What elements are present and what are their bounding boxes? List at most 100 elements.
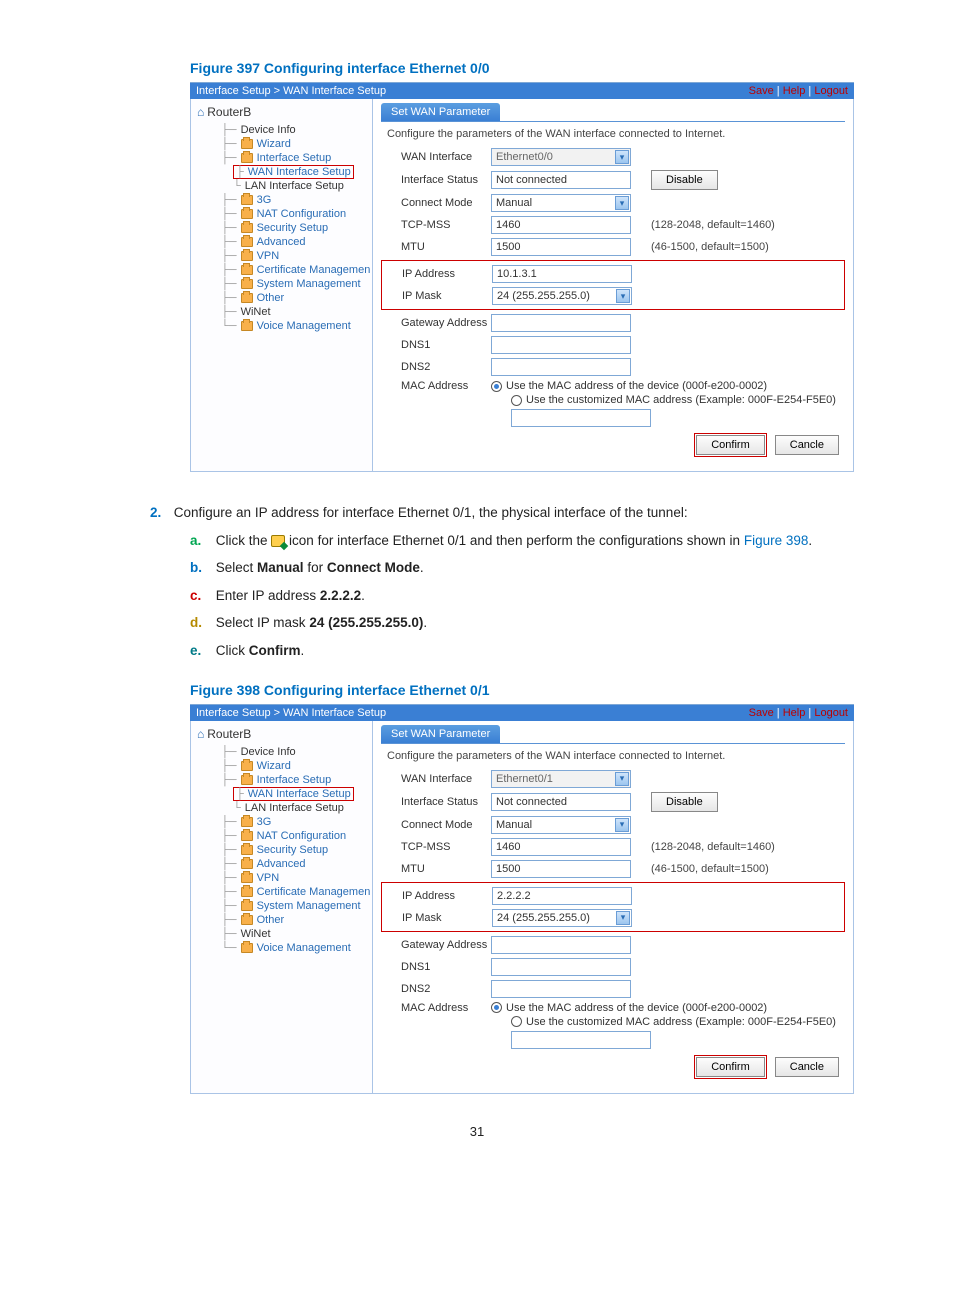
row-dns2: DNS2 bbox=[381, 356, 845, 378]
nav-security[interactable]: ├─Security Setup bbox=[221, 843, 372, 857]
dns1-input[interactable] bbox=[491, 958, 631, 976]
chevron-down-icon: ▾ bbox=[616, 289, 630, 303]
nav-nat[interactable]: ├─NAT Configuration bbox=[221, 207, 372, 221]
substep-e: e. Click Confirm. bbox=[190, 640, 894, 662]
disable-button[interactable]: Disable bbox=[651, 792, 718, 812]
nav-interface-setup[interactable]: ├─Interface Setup bbox=[221, 773, 372, 787]
nav-wan-interface-setup[interactable]: ├WAN Interface Setup bbox=[233, 165, 354, 179]
nav-vpn[interactable]: ├─VPN bbox=[221, 871, 372, 885]
help-link[interactable]: Help bbox=[783, 707, 806, 719]
mac-custom-input[interactable] bbox=[511, 1031, 651, 1049]
nav-sysmgmt[interactable]: ├─System Management bbox=[221, 899, 372, 913]
nav-device-info[interactable]: ├─Device Info bbox=[221, 745, 372, 759]
row-ip-address: IP Address 10.1.3.1 bbox=[382, 263, 844, 285]
mtu-input[interactable]: 1500 bbox=[491, 860, 631, 878]
mac-radio-custom[interactable] bbox=[511, 1016, 522, 1027]
chevron-down-icon: ▾ bbox=[615, 196, 629, 210]
nav-lan-interface-setup[interactable]: └LAN Interface Setup bbox=[233, 801, 372, 815]
logout-link[interactable]: Logout bbox=[814, 707, 848, 719]
connect-mode-select[interactable]: Manual▾ bbox=[491, 816, 631, 834]
save-link[interactable]: Save bbox=[749, 85, 774, 97]
nav-cert[interactable]: ├─Certificate Managemen bbox=[221, 885, 372, 899]
nav-vpn[interactable]: ├─VPN bbox=[221, 249, 372, 263]
nav-wizard[interactable]: ├─Wizard bbox=[221, 137, 372, 151]
nav-winet[interactable]: ├─WiNet bbox=[221, 305, 372, 319]
dns2-input[interactable] bbox=[491, 980, 631, 998]
label-ip-mask: IP Mask bbox=[382, 912, 492, 924]
nav-advanced[interactable]: ├─Advanced bbox=[221, 235, 372, 249]
top-right-links: Save | Help | Logout bbox=[749, 707, 848, 719]
nav-device-info[interactable]: ├─Device Info bbox=[221, 123, 372, 137]
row-mac: MAC Address Use the MAC address of the d… bbox=[381, 378, 845, 394]
nav-other[interactable]: ├─Other bbox=[221, 913, 372, 927]
nav-voice[interactable]: └─Voice Management bbox=[221, 319, 372, 333]
dns1-input[interactable] bbox=[491, 336, 631, 354]
mtu-hint: (46-1500, default=1500) bbox=[641, 241, 769, 253]
folder-icon bbox=[241, 153, 253, 163]
help-link[interactable]: Help bbox=[783, 85, 806, 97]
logout-link[interactable]: Logout bbox=[814, 85, 848, 97]
save-link[interactable]: Save bbox=[749, 707, 774, 719]
nav-nat[interactable]: ├─NAT Configuration bbox=[221, 829, 372, 843]
nav-winet[interactable]: ├─WiNet bbox=[221, 927, 372, 941]
substep-b: b. Select Manual for Connect Mode. bbox=[190, 557, 894, 579]
mac-radio-device[interactable] bbox=[491, 381, 502, 392]
chevron-down-icon: ▾ bbox=[615, 772, 629, 786]
dns2-input[interactable] bbox=[491, 358, 631, 376]
folder-icon bbox=[241, 293, 253, 303]
tab-set-wan-parameter[interactable]: Set WAN Parameter bbox=[381, 725, 500, 743]
nav-wizard[interactable]: ├─Wizard bbox=[221, 759, 372, 773]
label-connect-mode: Connect Mode bbox=[381, 819, 491, 831]
tcp-mss-input[interactable]: 1460 bbox=[491, 216, 631, 234]
row-interface-status: Interface Status Not connected Disable bbox=[381, 790, 845, 814]
label-tcp-mss: TCP-MSS bbox=[381, 841, 491, 853]
label-interface-status: Interface Status bbox=[381, 174, 491, 186]
disable-button[interactable]: Disable bbox=[651, 170, 718, 190]
mac-radio-custom[interactable] bbox=[511, 395, 522, 406]
tab-set-wan-parameter[interactable]: Set WAN Parameter bbox=[381, 103, 500, 121]
tcp-mss-hint: (128-2048, default=1460) bbox=[641, 219, 775, 231]
ip-mask-select[interactable]: 24 (255.255.255.0)▾ bbox=[492, 287, 632, 305]
ip-address-input[interactable]: 10.1.3.1 bbox=[492, 265, 632, 283]
nav-advanced[interactable]: ├─Advanced bbox=[221, 857, 372, 871]
ip-mask-select[interactable]: 24 (255.255.255.0)▾ bbox=[492, 909, 632, 927]
gateway-input[interactable] bbox=[491, 314, 631, 332]
tcp-mss-input[interactable]: 1460 bbox=[491, 838, 631, 856]
nav-sysmgmt[interactable]: ├─System Management bbox=[221, 277, 372, 291]
ip-address-input[interactable]: 2.2.2.2 bbox=[492, 887, 632, 905]
folder-icon bbox=[241, 775, 253, 785]
row-tcp-mss: TCP-MSS 1460 (128-2048, default=1460) bbox=[381, 214, 845, 236]
nav-security[interactable]: ├─Security Setup bbox=[221, 221, 372, 235]
cancel-button[interactable]: Cancle bbox=[775, 435, 839, 455]
nav-3g[interactable]: ├─3G bbox=[221, 815, 372, 829]
cancel-button[interactable]: Cancle bbox=[775, 1057, 839, 1077]
nav-cert[interactable]: ├─Certificate Managemen bbox=[221, 263, 372, 277]
nav-3g[interactable]: ├─3G bbox=[221, 193, 372, 207]
connect-mode-select[interactable]: Manual▾ bbox=[491, 194, 631, 212]
confirm-button[interactable]: Confirm bbox=[696, 435, 765, 455]
folder-icon bbox=[241, 901, 253, 911]
form-description: Configure the parameters of the WAN inte… bbox=[387, 128, 845, 140]
mac-radio-device[interactable] bbox=[491, 1002, 502, 1013]
breadcrumb-bar: Interface Setup > WAN Interface Setup Sa… bbox=[190, 83, 854, 99]
mtu-input[interactable]: 1500 bbox=[491, 238, 631, 256]
mac-custom-input[interactable] bbox=[511, 409, 651, 427]
page-number: 31 bbox=[60, 1124, 894, 1139]
hostname: RouterB bbox=[197, 727, 372, 741]
figure-398-screenshot: Interface Setup > WAN Interface Setup Sa… bbox=[190, 704, 854, 1094]
row-gateway: Gateway Address bbox=[381, 934, 845, 956]
confirm-button[interactable]: Confirm bbox=[696, 1057, 765, 1077]
nav-interface-setup[interactable]: ├─Interface Setup bbox=[221, 151, 372, 165]
mac-radio-custom-label: Use the customized MAC address (Example:… bbox=[526, 1016, 836, 1028]
interface-status-value: Not connected bbox=[491, 793, 631, 811]
mac-radio-custom-label: Use the customized MAC address (Example:… bbox=[526, 394, 836, 406]
nav-wan-interface-setup[interactable]: ├WAN Interface Setup bbox=[233, 787, 354, 801]
label-interface-status: Interface Status bbox=[381, 796, 491, 808]
wan-interface-select[interactable]: Ethernet0/0▾ bbox=[491, 148, 631, 166]
nav-voice[interactable]: └─Voice Management bbox=[221, 941, 372, 955]
nav-lan-interface-setup[interactable]: └LAN Interface Setup bbox=[233, 179, 372, 193]
nav-other[interactable]: ├─Other bbox=[221, 291, 372, 305]
wan-interface-select[interactable]: Ethernet0/1▾ bbox=[491, 770, 631, 788]
figure-398-link[interactable]: Figure 398 bbox=[744, 533, 809, 548]
gateway-input[interactable] bbox=[491, 936, 631, 954]
